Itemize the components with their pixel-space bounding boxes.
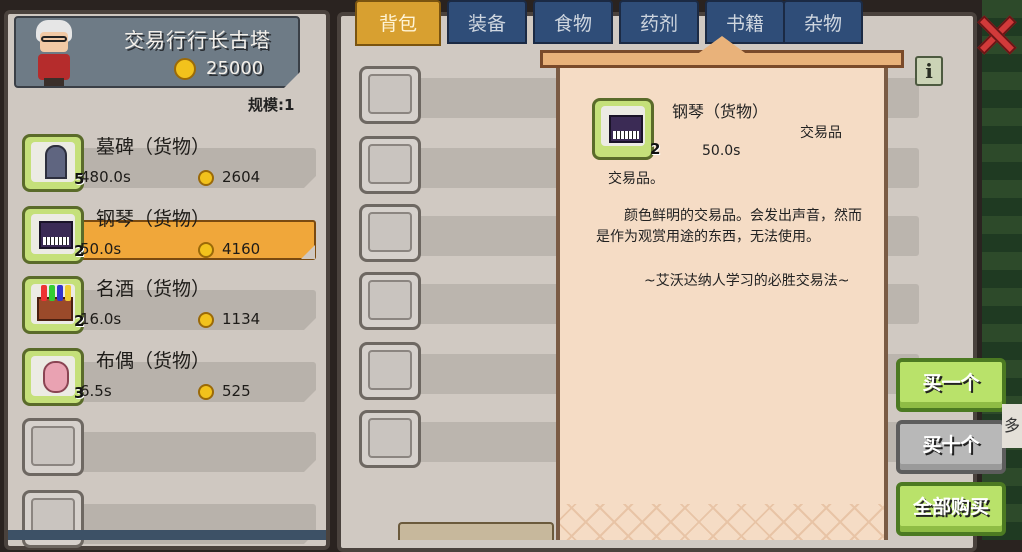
detail-time: 50.0s: [702, 143, 741, 159]
goods-row-doll[interactable]: 3 布偶（货物） 6.5s 525: [22, 348, 318, 406]
item-time: 50.0s: [80, 240, 122, 258]
close-icon[interactable]: [976, 14, 1017, 55]
gold-coin-icon: [198, 169, 214, 186]
detail-description: 颜色鲜明的交易品。会发出声音，然而是作为观赏用途的东西，无法使用。: [596, 208, 862, 245]
tab-equipment[interactable]: 装备: [447, 0, 527, 44]
item-slot[interactable]: [359, 410, 421, 468]
item-name: 布偶（货物）: [96, 350, 211, 372]
detail-type: 交易品: [800, 125, 842, 141]
buy-ten-button[interactable]: 买十个: [896, 420, 1006, 474]
item-name: 钢琴（货物）: [96, 208, 211, 230]
item-price: 4160: [198, 240, 260, 258]
item-name: 名酒（货物）: [96, 278, 211, 300]
doll-icon: [35, 357, 75, 395]
tab-backpack[interactable]: 背包: [355, 0, 441, 46]
item-time: 16.0s: [80, 310, 122, 328]
tombstone-icon: [35, 143, 75, 181]
shop-scale: 规模:1: [248, 96, 295, 114]
goods-row-tombstone[interactable]: 5 墓碑（货物） 480.0s 2604: [22, 134, 318, 192]
goods-row-wine[interactable]: 2 名酒（货物） 16.0s 1134: [22, 276, 318, 334]
item-name: 墓碑（货物）: [96, 136, 211, 158]
merchant-panel: 交易行行长古塔 25000 规模:1 5 墓碑（货物） 480.0s 2604 …: [4, 10, 330, 550]
gold-amount: 25000: [206, 58, 264, 79]
item-detail-popup: 2 钢琴（货物） 交易品 50.0s 交易品。 颜色鲜明的交易品。会发出声音，然…: [556, 56, 888, 540]
bottom-tab[interactable]: [398, 522, 554, 540]
goods-row-empty[interactable]: [22, 418, 318, 476]
detail-item-slot: 2: [592, 98, 660, 160]
buy-one-button[interactable]: 买一个: [896, 358, 1006, 412]
wine-icon: [35, 285, 75, 323]
buy-all-button[interactable]: 全部购买: [896, 482, 1006, 536]
merchant-gold: 25000: [174, 58, 263, 80]
item-price: 525: [198, 382, 251, 400]
popup-decoration: [560, 504, 884, 540]
merchant-card: 交易行行长古塔 25000: [14, 16, 300, 88]
merchant-avatar: [30, 20, 78, 86]
item-slot[interactable]: [359, 272, 421, 330]
item-slot[interactable]: [359, 204, 421, 262]
goods-row-piano[interactable]: 2 钢琴（货物） 50.0s 4160: [22, 206, 318, 264]
popup-header-decoration: [540, 36, 904, 72]
bottom-strip: [8, 530, 326, 540]
merchant-name: 交易行行长古塔: [124, 28, 271, 52]
item-time: 480.0s: [80, 168, 131, 186]
gold-coin-icon: [198, 383, 214, 400]
detail-name: 钢琴（货物）: [672, 102, 769, 121]
detail-category: 交易品。: [608, 171, 664, 187]
gold-coin-icon: [198, 311, 214, 328]
item-time: 6.5s: [80, 382, 112, 400]
info-button[interactable]: i: [915, 56, 943, 86]
side-hint[interactable]: 多: [1002, 404, 1022, 448]
detail-qty: 2: [650, 140, 661, 158]
item-slot[interactable]: [22, 418, 84, 476]
item-price: 1134: [198, 310, 260, 328]
gold-coin-icon: [174, 58, 196, 80]
item-slot[interactable]: [359, 66, 421, 124]
piano-icon: [605, 109, 645, 147]
item-slot[interactable]: [359, 342, 421, 400]
gold-coin-icon: [198, 241, 214, 258]
piano-icon: [35, 215, 75, 253]
item-slot[interactable]: [359, 136, 421, 194]
detail-quote: ~艾沃达纳人学习的必胜交易法~: [644, 273, 850, 289]
item-price: 2604: [198, 168, 260, 186]
